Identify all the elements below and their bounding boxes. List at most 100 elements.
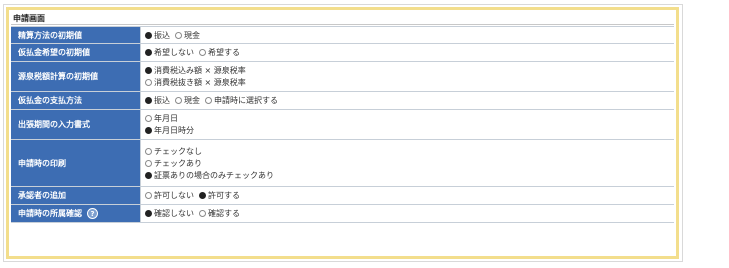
- setting-row: 仮払金の支払方法 振込 現金 申請時に選択する: [11, 92, 674, 110]
- radio-option-label: 現金: [184, 96, 200, 105]
- setting-label-text: 源泉税額計算の初期値: [18, 72, 98, 81]
- screen-title: 申請画面: [13, 14, 45, 23]
- option-line: 確認しない 確認する: [145, 208, 670, 220]
- settings-frame: 申請画面 精算方法の初期値 振込 現金 仮払金希望の初期値 希望しない 希望する 源泉税額計…: [6, 7, 679, 259]
- setting-label-text: 仮払金希望の初期値: [18, 48, 90, 57]
- radio-option[interactable]: 振込: [145, 30, 170, 41]
- setting-row: 申請時の印刷 チェックなし チェックあり証票ありの場合のみチェックあり: [11, 140, 674, 187]
- radio-option[interactable]: 年月日時分: [145, 125, 194, 136]
- radio-option[interactable]: 申請時に選択する: [205, 95, 278, 106]
- settings-table: 精算方法の初期値 振込 現金 仮払金希望の初期値 希望しない 希望する 源泉税額計算の初期値…: [11, 26, 674, 223]
- option-line: 希望しない 希望する: [145, 47, 670, 59]
- setting-options: 確認しない 確認する: [141, 205, 674, 222]
- radio-option-label: 許可する: [208, 191, 240, 200]
- option-line: 振込 現金 申請時に選択する: [145, 95, 670, 107]
- option-line: 証票ありの場合のみチェックあり: [145, 169, 670, 181]
- radio-option[interactable]: 確認しない: [145, 208, 194, 219]
- radio-unselected-icon[interactable]: [199, 49, 206, 56]
- setting-options: 振込 現金: [141, 27, 674, 43]
- radio-option[interactable]: 許可する: [199, 190, 240, 201]
- option-line: チェックなし: [145, 145, 670, 157]
- setting-row: 申請時の所属確認? 確認しない 確認する: [11, 205, 674, 223]
- setting-row: 出張期間の入力書式 年月日年月日時分: [11, 110, 674, 140]
- radio-option-label: 振込: [154, 30, 170, 40]
- radio-option[interactable]: 振込: [145, 95, 170, 106]
- setting-options: チェックなし チェックあり証票ありの場合のみチェックあり: [141, 140, 674, 186]
- option-line: 消費税抜き額 × 源泉税率: [145, 77, 670, 89]
- setting-row: 精算方法の初期値 振込 現金: [11, 26, 674, 44]
- option-line: チェックあり: [145, 157, 670, 169]
- radio-option-label: 消費税抜き額 × 源泉税率: [154, 78, 246, 87]
- radio-option-label: 申請時に選択する: [214, 96, 278, 105]
- setting-label: 仮払金希望の初期値: [11, 44, 141, 61]
- option-line: 振込 現金: [145, 29, 670, 41]
- radio-option-label: 確認する: [208, 209, 240, 218]
- radio-selected-icon[interactable]: [199, 192, 206, 199]
- setting-label: 精算方法の初期値: [11, 27, 141, 43]
- radio-unselected-icon[interactable]: [175, 97, 182, 104]
- radio-option-label: チェックなし: [154, 146, 202, 156]
- setting-label: 申請時の所属確認?: [11, 205, 141, 222]
- radio-option[interactable]: 現金: [175, 95, 200, 106]
- setting-options: 年月日年月日時分: [141, 110, 674, 139]
- setting-row: 承認者の追加 許可しない 許可する: [11, 187, 674, 205]
- setting-label-text: 承認者の追加: [18, 191, 66, 200]
- radio-selected-icon[interactable]: [145, 31, 152, 39]
- radio-option-label: 振込: [154, 96, 170, 105]
- radio-option-label: 許可しない: [154, 191, 194, 200]
- question-icon[interactable]: ?: [87, 208, 98, 219]
- setting-label: 源泉税額計算の初期値: [11, 62, 141, 91]
- setting-label-text: 申請時の所属確認: [18, 209, 82, 218]
- setting-options: 希望しない 希望する: [141, 44, 674, 61]
- radio-unselected-icon[interactable]: [199, 210, 206, 217]
- radio-option-label: 年月日: [154, 114, 178, 123]
- radio-option-label: 消費税込み額 × 源泉税率: [154, 66, 246, 75]
- option-line: 年月日: [145, 113, 670, 125]
- radio-option-label: 希望しない: [154, 48, 194, 57]
- setting-label: 仮払金の支払方法: [11, 92, 141, 109]
- radio-option-label: 現金: [184, 30, 200, 40]
- radio-option[interactable]: 許可しない: [145, 190, 194, 201]
- radio-option-label: 証票ありの場合のみチェックあり: [154, 170, 274, 180]
- radio-unselected-icon[interactable]: [145, 159, 152, 167]
- option-line: 年月日時分: [145, 125, 670, 137]
- setting-label-text: 申請時の印刷: [18, 158, 66, 168]
- setting-options: 許可しない 許可する: [141, 187, 674, 204]
- setting-label: 承認者の追加: [11, 187, 141, 204]
- radio-unselected-icon[interactable]: [145, 192, 152, 199]
- radio-unselected-icon[interactable]: [145, 79, 152, 86]
- radio-option[interactable]: 証票ありの場合のみチェックあり: [145, 170, 274, 181]
- option-line: 許可しない 許可する: [145, 190, 670, 202]
- setting-label: 出張期間の入力書式: [11, 110, 141, 139]
- radio-unselected-icon[interactable]: [145, 115, 152, 122]
- radio-selected-icon[interactable]: [145, 210, 152, 217]
- radio-unselected-icon[interactable]: [205, 97, 212, 104]
- radio-selected-icon[interactable]: [145, 127, 152, 134]
- radio-selected-icon[interactable]: [145, 49, 152, 56]
- radio-option[interactable]: 消費税込み額 × 源泉税率: [145, 65, 246, 76]
- radio-option[interactable]: 希望しない: [145, 47, 194, 58]
- radio-unselected-icon[interactable]: [175, 31, 182, 39]
- setting-options: 振込 現金 申請時に選択する: [141, 92, 674, 109]
- radio-option[interactable]: 年月日: [145, 113, 178, 124]
- radio-option[interactable]: 確認する: [199, 208, 240, 219]
- radio-option[interactable]: チェックなし: [145, 146, 202, 157]
- radio-option[interactable]: 現金: [175, 30, 200, 41]
- setting-options: 消費税込み額 × 源泉税率 消費税抜き額 × 源泉税率: [141, 62, 674, 91]
- radio-option-label: チェックあり: [154, 158, 202, 168]
- radio-selected-icon[interactable]: [145, 97, 152, 104]
- radio-selected-icon[interactable]: [145, 67, 152, 74]
- radio-option-label: 確認しない: [154, 209, 194, 218]
- radio-option[interactable]: 希望する: [199, 47, 240, 58]
- setting-label: 申請時の印刷: [11, 140, 141, 186]
- setting-row: 源泉税額計算の初期値 消費税込み額 × 源泉税率 消費税抜き額 × 源泉税率: [11, 62, 674, 92]
- radio-selected-icon[interactable]: [145, 171, 152, 179]
- setting-label-text: 出張期間の入力書式: [18, 120, 90, 129]
- radio-option-label: 希望する: [208, 48, 240, 57]
- radio-option[interactable]: チェックあり: [145, 158, 202, 169]
- setting-label-text: 精算方法の初期値: [18, 30, 82, 40]
- radio-option[interactable]: 消費税抜き額 × 源泉税率: [145, 77, 246, 88]
- radio-unselected-icon[interactable]: [145, 147, 152, 155]
- setting-label-text: 仮払金の支払方法: [18, 96, 82, 105]
- setting-row: 仮払金希望の初期値 希望しない 希望する: [11, 44, 674, 62]
